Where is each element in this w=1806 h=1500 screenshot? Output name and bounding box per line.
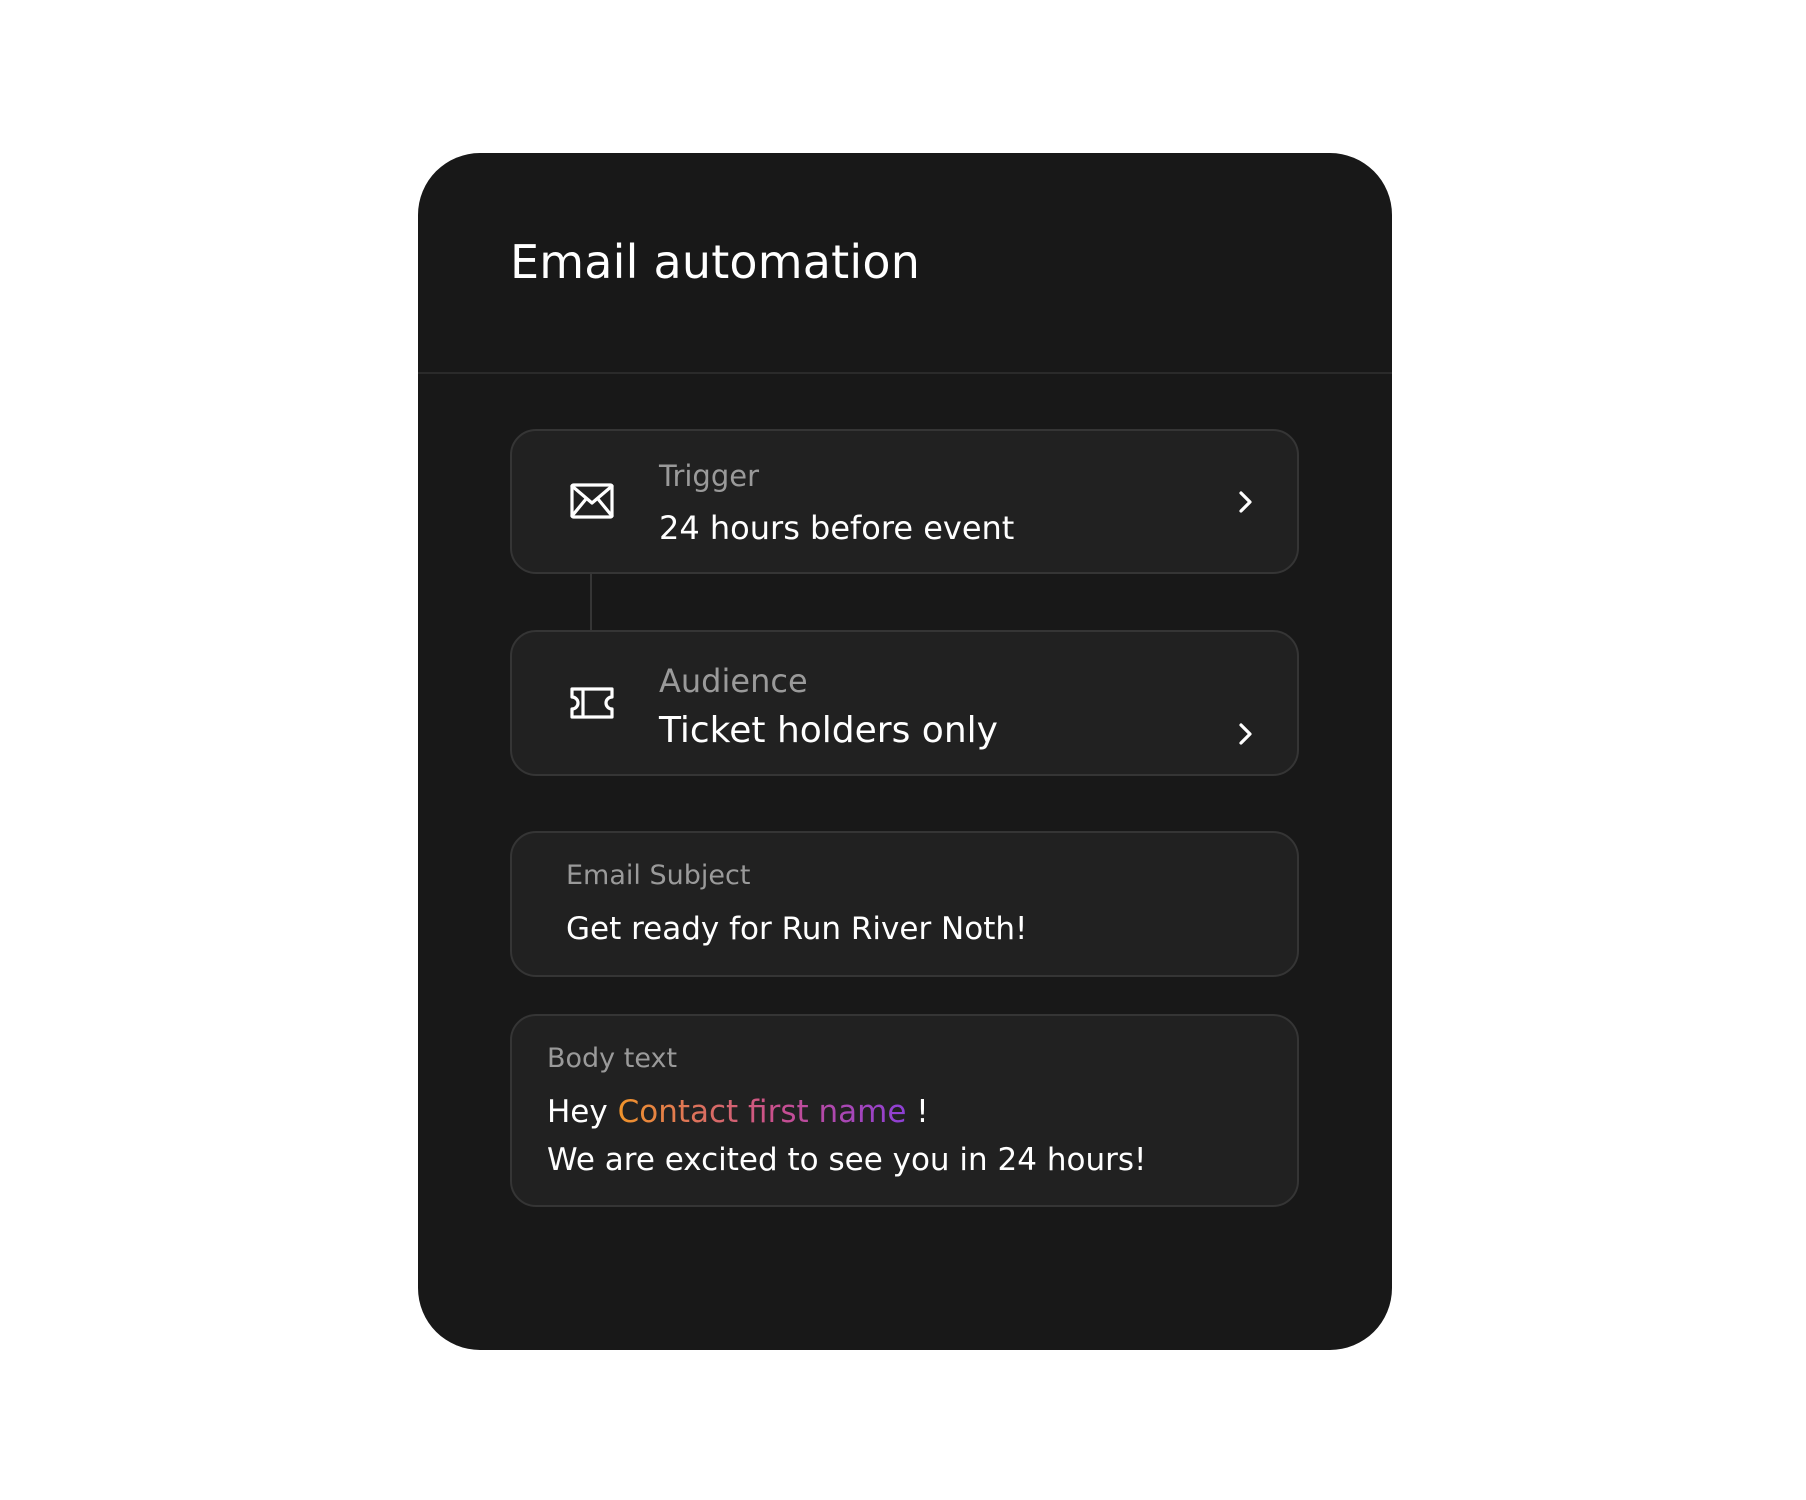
audience-step[interactable]: Audience Ticket holders only [510, 630, 1299, 776]
trigger-step[interactable]: Trigger 24 hours before event [510, 429, 1299, 574]
merge-tag-contact-first-name[interactable]: Contact first name [618, 1094, 907, 1130]
card-title: Email automation [510, 235, 921, 289]
email-subject-value[interactable]: Get ready for Run River Noth! [566, 911, 1027, 947]
email-subject-field[interactable]: Email Subject Get ready for Run River No… [510, 831, 1299, 977]
audience-label: Audience [659, 662, 808, 700]
audience-value: Ticket holders only [659, 710, 998, 751]
body-message-line[interactable]: We are excited to see you in 24 hours! [547, 1142, 1146, 1178]
step-connector [590, 574, 592, 630]
email-subject-label: Email Subject [566, 860, 751, 891]
envelope-icon [566, 475, 618, 527]
chevron-right-icon[interactable] [1231, 720, 1259, 748]
chevron-right-icon[interactable] [1231, 488, 1259, 516]
body-text-label: Body text [547, 1043, 678, 1074]
trigger-value: 24 hours before event [659, 509, 1015, 547]
email-automation-card: Email automation Trigger 24 hours before… [418, 153, 1392, 1350]
body-text-field[interactable]: Body text Hey Contact first name ! We ar… [510, 1014, 1299, 1207]
greeting-end: ! [916, 1094, 929, 1130]
card-header: Email automation [418, 153, 1392, 374]
trigger-label: Trigger [659, 459, 760, 493]
ticket-icon [566, 677, 618, 729]
greeting-text: Hey [547, 1094, 608, 1130]
body-greeting-line[interactable]: Hey Contact first name ! [547, 1094, 929, 1130]
